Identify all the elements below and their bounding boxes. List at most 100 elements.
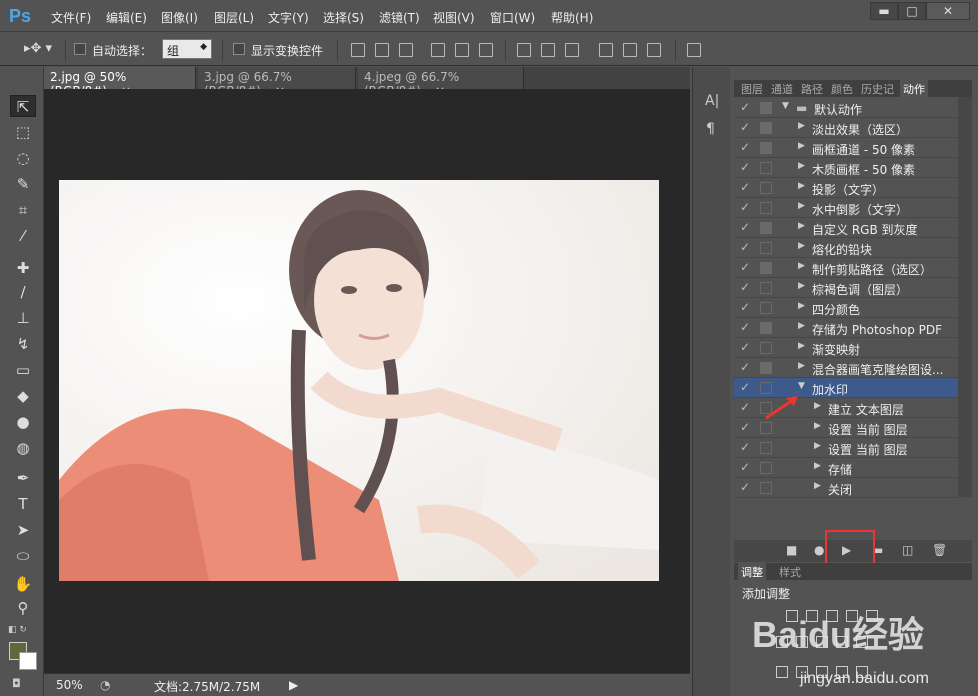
auto-select-dropdown[interactable]: 组 ◆: [162, 39, 212, 59]
character-panel-icon[interactable]: A|: [705, 93, 719, 109]
expand-arrow-icon[interactable]: ▶: [798, 141, 805, 151]
crop-tool-icon[interactable]: ⌗: [10, 199, 36, 221]
auto-align-icon[interactable]: [687, 43, 701, 57]
collapse-arrow-icon[interactable]: ▼: [782, 101, 789, 111]
shape-tool-icon[interactable]: ⬭: [10, 545, 36, 567]
action-row[interactable]: ✓ ▶ 木质画框 - 50 像素: [734, 158, 958, 178]
new-action-button[interactable]: ◫: [902, 543, 913, 557]
quick-mask-icon[interactable]: ◘: [12, 677, 21, 690]
check-icon[interactable]: ✓: [740, 220, 750, 234]
check-icon[interactable]: ✓: [740, 320, 750, 334]
dialog-toggle-icon[interactable]: [760, 422, 772, 434]
path-select-tool-icon[interactable]: ➤: [10, 519, 36, 541]
tab-actions[interactable]: 动作: [900, 80, 928, 97]
expand-arrow-icon[interactable]: ▶: [814, 421, 821, 431]
zoom-level[interactable]: 50%: [56, 678, 83, 692]
action-row[interactable]: ✓ ▶ 混合器画笔克隆绘图设...: [734, 358, 958, 378]
expand-arrow-icon[interactable]: ▶: [814, 461, 821, 471]
history-brush-tool-icon[interactable]: ↯: [10, 333, 36, 355]
close-button[interactable]: ✕: [926, 2, 970, 20]
show-transform-checkbox[interactable]: [233, 43, 245, 55]
delete-button[interactable]: 🗑: [932, 543, 947, 557]
expand-arrow-icon[interactable]: ▶: [814, 401, 821, 411]
tab-styles[interactable]: 样式: [776, 563, 804, 580]
blur-tool-icon[interactable]: ●: [10, 411, 36, 433]
check-icon[interactable]: ✓: [740, 160, 750, 174]
tab-doc-3[interactable]: 3.jpg @ 66.7%(RGB/8#)×: [198, 67, 356, 98]
action-row[interactable]: ✓ ▶ 投影（文字）: [734, 178, 958, 198]
check-icon[interactable]: ✓: [740, 120, 750, 134]
menu-layer[interactable]: 图层(L): [214, 9, 254, 26]
expand-arrow-icon[interactable]: ▶: [798, 301, 805, 311]
canvas-area[interactable]: [44, 89, 690, 673]
menu-select[interactable]: 选择(S): [323, 9, 364, 26]
action-row[interactable]: ✓ ▶ 画框通道 - 50 像素: [734, 138, 958, 158]
stamp-tool-icon[interactable]: ⊥: [10, 307, 36, 329]
expand-arrow-icon[interactable]: ▶: [798, 281, 805, 291]
minimize-button[interactable]: ▬: [870, 2, 898, 20]
check-icon[interactable]: ✓: [740, 340, 750, 354]
align-bottom-icon[interactable]: [399, 43, 413, 57]
expand-arrow-icon[interactable]: ▶: [798, 121, 805, 131]
menu-window[interactable]: 窗口(W): [490, 9, 535, 26]
action-row[interactable]: ✓ ▶ 水中倒影（文字）: [734, 198, 958, 218]
expand-arrow-icon[interactable]: ▶: [814, 481, 821, 491]
menu-type[interactable]: 文字(Y): [268, 9, 309, 26]
auto-select-checkbox[interactable]: [74, 43, 86, 55]
dialog-toggle-icon[interactable]: [760, 322, 772, 334]
menu-help[interactable]: 帮助(H): [551, 9, 593, 26]
dialog-toggle-icon[interactable]: [760, 302, 772, 314]
action-row[interactable]: ✓ ▶ 制作剪贴路径（选区）: [734, 258, 958, 278]
quick-select-tool-icon[interactable]: ✎: [10, 173, 36, 195]
distribute-right-icon[interactable]: [647, 43, 661, 57]
expand-arrow-icon[interactable]: ▶: [798, 261, 805, 271]
menu-edit[interactable]: 编辑(E): [106, 9, 147, 26]
type-tool-icon[interactable]: T: [10, 493, 36, 515]
brush-tool-icon[interactable]: ∕: [10, 281, 36, 303]
action-row[interactable]: ✓ ▶ 存储为 Photoshop PDF: [734, 318, 958, 338]
dialog-toggle-icon[interactable]: [760, 102, 772, 114]
invert-icon[interactable]: [776, 666, 788, 678]
action-row[interactable]: ✓ ▶ 关闭: [734, 478, 958, 498]
dialog-toggle-icon[interactable]: [760, 262, 772, 274]
check-icon[interactable]: ✓: [740, 280, 750, 294]
check-icon[interactable]: ✓: [740, 420, 750, 434]
align-left-icon[interactable]: [431, 43, 445, 57]
check-icon[interactable]: ✓: [740, 140, 750, 154]
align-right-icon[interactable]: [479, 43, 493, 57]
dialog-toggle-icon[interactable]: [760, 342, 772, 354]
dialog-toggle-icon[interactable]: [760, 202, 772, 214]
check-icon[interactable]: ✓: [740, 460, 750, 474]
paragraph-panel-icon[interactable]: ¶: [706, 121, 715, 137]
distribute-bottom-icon[interactable]: [565, 43, 579, 57]
play-button[interactable]: ▶: [842, 543, 851, 557]
move-tool-icon[interactable]: ⇱: [10, 95, 36, 117]
document-photo[interactable]: [59, 180, 659, 581]
dodge-tool-icon[interactable]: ◍: [10, 437, 36, 459]
tab-doc-2[interactable]: 2.jpg @ 50%(RGB/8#)×: [44, 67, 196, 98]
eyedropper-tool-icon[interactable]: ⁄: [10, 225, 36, 247]
status-info-icon[interactable]: ◔: [100, 678, 110, 692]
action-row[interactable]: ✓ ▶ 存储: [734, 458, 958, 478]
dialog-toggle-icon[interactable]: [760, 362, 772, 374]
tab-channels[interactable]: 通道: [768, 80, 796, 97]
background-color-swatch[interactable]: [19, 652, 37, 670]
dialog-toggle-icon[interactable]: [760, 442, 772, 454]
default-colors-icon[interactable]: ◧ ↻: [8, 625, 27, 635]
action-row[interactable]: ✓ ▶ 熔化的铅块: [734, 238, 958, 258]
tab-paths[interactable]: 路径: [798, 80, 826, 97]
tab-doc-4[interactable]: 4.jpeg @ 66.7%(RGB/8#)×: [358, 67, 524, 98]
action-row[interactable]: ✓ ▶ 设置 当前 图层: [734, 438, 958, 458]
expand-arrow-icon[interactable]: ▶: [814, 441, 821, 451]
stop-button[interactable]: ■: [786, 543, 797, 557]
expand-arrow-icon[interactable]: ▶: [798, 321, 805, 331]
action-row[interactable]: ✓ ▶ 四分颜色: [734, 298, 958, 318]
dialog-toggle-icon[interactable]: [760, 122, 772, 134]
dialog-toggle-icon[interactable]: [760, 242, 772, 254]
pen-tool-icon[interactable]: ✒: [10, 467, 36, 489]
dialog-toggle-icon[interactable]: [760, 462, 772, 474]
marquee-tool-icon[interactable]: ⬚: [10, 121, 36, 143]
distribute-vcenter-icon[interactable]: [541, 43, 555, 57]
distribute-left-icon[interactable]: [599, 43, 613, 57]
check-icon[interactable]: ✓: [740, 100, 750, 114]
